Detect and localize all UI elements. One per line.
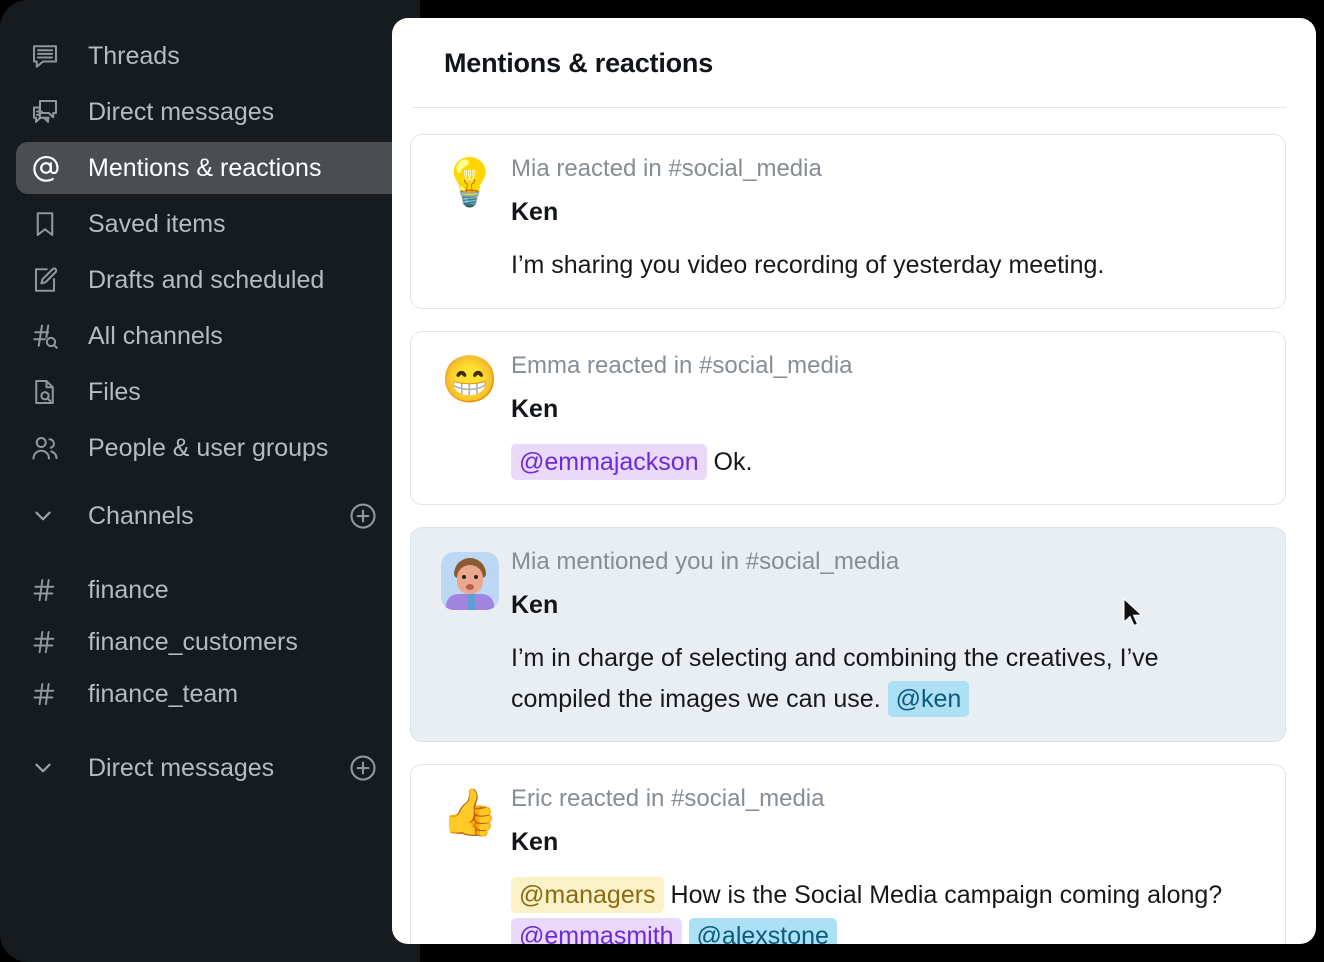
mention-pill[interactable]: @managers xyxy=(511,877,664,913)
card-message-text: I’m in charge of selecting and combining… xyxy=(511,638,1263,719)
thumbs-up-emoji: 👍 xyxy=(441,786,499,838)
add-direct-message-button[interactable] xyxy=(346,751,380,785)
hash-icon xyxy=(30,628,70,656)
sidebar-section-channels[interactable]: Channels xyxy=(16,490,404,542)
card-author: Ken xyxy=(511,394,559,423)
card-message-text: @managers How is the Social Media campai… xyxy=(511,875,1263,944)
people-icon xyxy=(30,433,70,463)
sidebar-section-direct-messages-label: Direct messages xyxy=(88,753,275,782)
add-channel-button[interactable] xyxy=(346,499,380,533)
sidebar-item-saved-items[interactable]: Saved items xyxy=(16,198,404,250)
card-badge: 😁 xyxy=(433,352,507,483)
mention-pill[interactable]: @emmasmith xyxy=(511,917,682,944)
card-meta: Mia mentioned you in #social_media xyxy=(511,548,900,575)
card-meta: Eric reacted in #social_media xyxy=(511,785,825,812)
threads-icon xyxy=(30,41,70,71)
sidebar-item-drafts-and-scheduled[interactable]: Drafts and scheduled xyxy=(16,254,404,306)
draft-pencil-icon xyxy=(30,265,70,295)
main-panel: Mentions & reactions 💡 Mia reacted in #so… xyxy=(392,18,1316,944)
sidebar-item-label: People & user groups xyxy=(88,433,329,462)
chevron-down-icon xyxy=(30,755,70,781)
sidebar-channel-finance_customers[interactable]: finance_customers xyxy=(16,616,404,668)
at-mention-icon xyxy=(30,152,70,184)
sidebar-channel-list: finance finance_customers finance_team xyxy=(0,564,420,720)
card-message-text: I’m sharing you video recording of yeste… xyxy=(511,245,1263,286)
card-badge xyxy=(433,548,507,719)
sidebar-item-all-channels[interactable]: All channels xyxy=(16,310,404,362)
sidebar-channel-label: finance_team xyxy=(88,679,239,708)
card-body: Eric reacted in #social_media Ken @manager… xyxy=(507,785,1263,944)
chevron-down-icon xyxy=(30,503,70,529)
hash-icon xyxy=(30,576,70,604)
mentions-feed: 💡 Mia reacted in #social_media Ken I’m shar… xyxy=(392,108,1316,944)
panel-header: Mentions & reactions xyxy=(392,18,1316,79)
sidebar-item-files[interactable]: Files xyxy=(16,366,404,418)
sidebar-channel-finance_team[interactable]: finance_team xyxy=(16,668,404,720)
sidebar-item-label: Mentions & reactions xyxy=(88,153,322,182)
sidebar-item-label: Threads xyxy=(88,41,180,70)
sidebar-item-mentions-reactions[interactable]: Mentions & reactions xyxy=(16,142,404,194)
sidebar-channel-finance[interactable]: finance xyxy=(16,564,404,616)
card-author: Ken xyxy=(511,828,559,856)
message-text-segment xyxy=(682,922,689,945)
card-author: Ken xyxy=(511,591,559,619)
sidebar-item-threads[interactable]: Threads xyxy=(16,30,404,82)
message-text-segment: I’m sharing you video recording of yeste… xyxy=(511,251,1105,279)
avatar xyxy=(441,552,499,610)
card-body: Mia reacted in #social_media Ken I’m shari… xyxy=(507,155,1263,286)
grinning-face-emoji: 😁 xyxy=(441,352,499,405)
mention-card[interactable]: Mia mentioned you in #social_media Ken I’m… xyxy=(410,527,1286,742)
sidebar-item-label: Files xyxy=(88,377,141,406)
card-author: Ken xyxy=(511,198,559,226)
card-meta: Emma reacted in #social_media xyxy=(511,351,853,379)
sidebar-item-direct-messages[interactable]: Direct messages xyxy=(16,86,404,138)
sidebar-item-label: Saved items xyxy=(88,209,226,238)
bookmark-icon xyxy=(30,209,70,239)
mention-pill[interactable]: @emmajackson xyxy=(511,443,707,480)
light-bulb-emoji: 💡 xyxy=(441,156,499,208)
card-body: Mia mentioned you in #social_media Ken I’m… xyxy=(507,548,1263,719)
card-badge: 💡 xyxy=(433,155,507,286)
card-body: Emma reacted in #social_media Ken @emmajac… xyxy=(507,352,1263,483)
sidebar-channel-label: finance_customers xyxy=(88,627,298,656)
sidebar-section-channels-label: Channels xyxy=(88,501,194,530)
mention-pill[interactable]: @alexstone xyxy=(688,917,837,944)
card-message-text: @emmajackson Ok. xyxy=(511,442,1263,483)
hash-search-icon xyxy=(30,321,70,351)
sidebar-channel-label: finance xyxy=(88,575,169,604)
sidebar-item-label: Direct messages xyxy=(88,97,275,126)
hash-icon xyxy=(30,680,70,708)
card-badge: 👍 xyxy=(433,785,507,944)
sidebar-item-label: All channels xyxy=(88,321,223,350)
sidebar-item-people-user-groups[interactable]: People & user groups xyxy=(16,422,404,474)
mention-card[interactable]: 😁 Emma reacted in #social_media Ken @emmaja… xyxy=(410,330,1286,505)
card-meta: Mia reacted in #social_media xyxy=(511,155,822,182)
sidebar-item-label: Drafts and scheduled xyxy=(88,265,325,294)
mention-card[interactable]: 💡 Mia reacted in #social_media Ken I’m shar… xyxy=(410,134,1286,309)
sidebar-nav-list: Threads Direct messages Mentions & reactio… xyxy=(0,30,420,474)
mention-card[interactable]: 👍 Eric reacted in #social_media Ken @manage… xyxy=(410,764,1286,944)
sidebar-section-direct-messages[interactable]: Direct messages xyxy=(16,742,404,794)
app-window: Threads Direct messages Mentions & reactio… xyxy=(0,0,1324,962)
message-text-segment: Ok. xyxy=(706,447,753,476)
file-search-icon xyxy=(30,377,70,407)
message-text-segment: How is the Social Media campaign coming … xyxy=(663,881,1223,909)
mention-pill[interactable]: @ken xyxy=(887,680,970,717)
direct-messages-icon xyxy=(30,97,70,127)
page-title: Mentions & reactions xyxy=(444,48,714,78)
sidebar: Threads Direct messages Mentions & reactio… xyxy=(0,0,420,962)
message-text-segment: I’m in charge of selecting and combining… xyxy=(511,644,1159,713)
